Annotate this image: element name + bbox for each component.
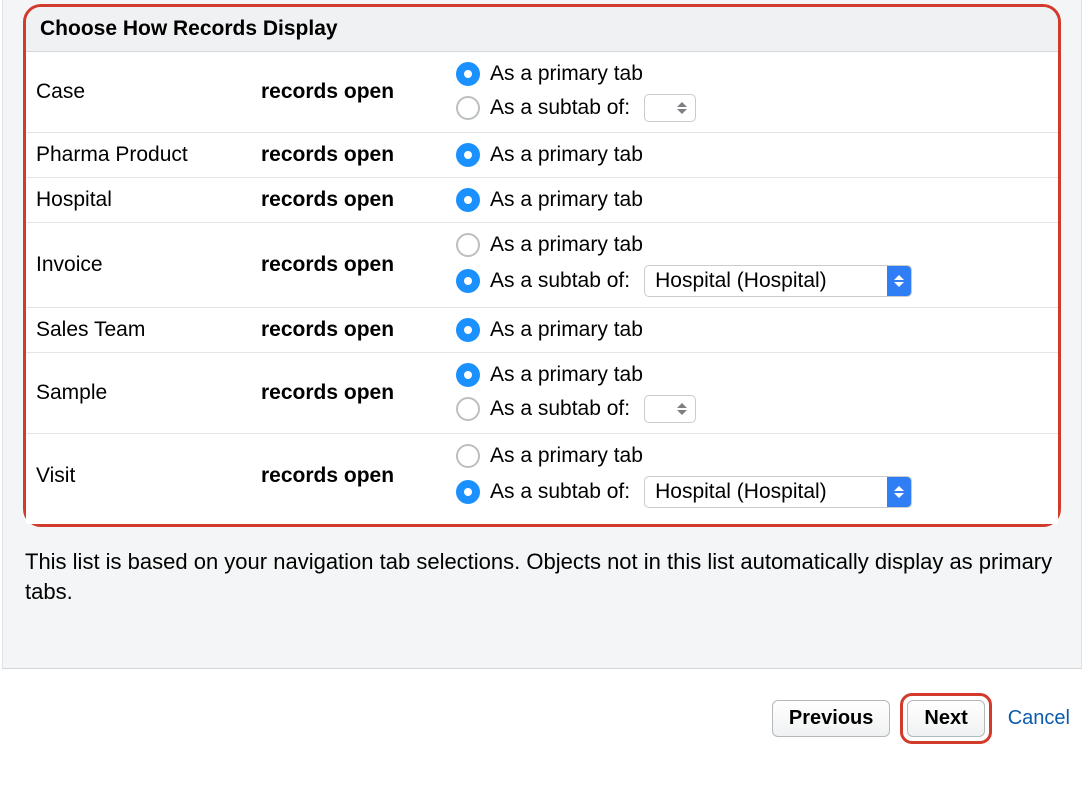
next-button[interactable]: Next — [907, 700, 984, 737]
option-primary-label: As a primary tab — [490, 444, 643, 468]
option-primary-label: As a primary tab — [490, 188, 643, 212]
option-primary-row: As a primary tab — [456, 58, 1048, 90]
radio-primary[interactable] — [456, 318, 480, 342]
option-primary-row: As a primary tab — [456, 229, 1048, 261]
object-name: Visit — [26, 434, 251, 525]
records-display-panel: Choose How Records Display Caserecords o… — [23, 4, 1061, 527]
option-subtab-row: As a subtab of: — [456, 391, 1048, 427]
next-button-highlight: Next — [900, 693, 991, 744]
option-primary-label: As a primary tab — [490, 318, 643, 342]
section-title: Choose How Records Display — [26, 7, 1058, 52]
description-text: This list is based on your navigation ta… — [3, 527, 1081, 650]
records-open-label: records open — [251, 178, 446, 223]
option-primary-label: As a primary tab — [490, 143, 643, 167]
option-subtab-row: As a subtab of: Hospital (Hospital) — [456, 261, 1048, 301]
option-primary-row: As a primary tab — [456, 184, 1048, 216]
subtab-select-value: Hospital (Hospital) — [645, 269, 887, 293]
radio-primary[interactable] — [456, 62, 480, 86]
subtab-select[interactable] — [644, 395, 696, 423]
options-cell: As a primary tab — [446, 133, 1058, 178]
radio-subtab[interactable] — [456, 397, 480, 421]
option-primary-label: As a primary tab — [490, 62, 643, 86]
option-primary-row: As a primary tab — [456, 359, 1048, 391]
records-open-label: records open — [251, 52, 446, 133]
radio-subtab[interactable] — [456, 480, 480, 504]
table-row: Hospitalrecords open As a primary tab — [26, 178, 1058, 223]
chevron-updown-icon — [677, 102, 691, 114]
options-cell: As a primary tab As a subtab of: — [446, 52, 1058, 133]
radio-primary[interactable] — [456, 143, 480, 167]
option-subtab-label: As a subtab of: — [490, 96, 630, 120]
records-open-label: records open — [251, 434, 446, 525]
object-name: Invoice — [26, 223, 251, 308]
subtab-select[interactable]: Hospital (Hospital) — [644, 265, 912, 297]
chevron-updown-icon — [677, 403, 691, 415]
radio-subtab[interactable] — [456, 96, 480, 120]
object-name: Sales Team — [26, 308, 251, 353]
cancel-link[interactable]: Cancel — [1008, 707, 1070, 730]
subtab-select[interactable] — [644, 94, 696, 122]
object-name: Pharma Product — [26, 133, 251, 178]
radio-subtab[interactable] — [456, 269, 480, 293]
table-row: Visitrecords open As a primary tab As a su… — [26, 434, 1058, 525]
table-row: Invoicerecords openAs a primary tabAs a … — [26, 223, 1058, 308]
object-name: Hospital — [26, 178, 251, 223]
option-primary-row: As a primary tab — [456, 440, 1048, 472]
object-name: Sample — [26, 353, 251, 434]
records-open-label: records open — [251, 223, 446, 308]
options-cell: As a primary tab As a subtab of: Hospital … — [446, 223, 1058, 308]
option-primary-label: As a primary tab — [490, 363, 643, 387]
option-primary-label: As a primary tab — [490, 233, 643, 257]
table-row: Samplerecords open As a primary tab As a s… — [26, 353, 1058, 434]
option-subtab-row: As a subtab of: — [456, 90, 1048, 126]
object-name: Case — [26, 52, 251, 133]
option-subtab-row: As a subtab of: Hospital (Hospital) — [456, 472, 1048, 512]
option-primary-row: As a primary tab — [456, 314, 1048, 346]
chevron-updown-icon — [887, 477, 911, 507]
records-open-label: records open — [251, 353, 446, 434]
records-open-label: records open — [251, 308, 446, 353]
radio-primary[interactable] — [456, 444, 480, 468]
subtab-select-value: Hospital (Hospital) — [645, 480, 887, 504]
records-table: Caserecords openAs a primary tabAs a sub… — [26, 52, 1058, 524]
wizard-footer: Previous Next Cancel — [0, 675, 1084, 744]
previous-button[interactable]: Previous — [772, 700, 890, 737]
radio-primary[interactable] — [456, 233, 480, 257]
chevron-updown-icon — [887, 266, 911, 296]
option-subtab-label: As a subtab of: — [490, 397, 630, 421]
radio-primary[interactable] — [456, 188, 480, 212]
subtab-select[interactable]: Hospital (Hospital) — [644, 476, 912, 508]
table-row: Caserecords open As a primary tab As a sub… — [26, 52, 1058, 133]
records-open-label: records open — [251, 133, 446, 178]
option-subtab-label: As a subtab of: — [490, 269, 630, 293]
option-primary-row: As a primary tab — [456, 139, 1048, 171]
table-row: Sales Teamrecords open As a primary tab — [26, 308, 1058, 353]
options-cell: As a primary tab — [446, 178, 1058, 223]
options-cell: As a primary tab — [446, 308, 1058, 353]
radio-primary[interactable] — [456, 363, 480, 387]
table-row: Pharma Productrecords open As a primary t… — [26, 133, 1058, 178]
options-cell: As a primary tab As a subtab of: — [446, 353, 1058, 434]
option-subtab-label: As a subtab of: — [490, 480, 630, 504]
options-cell: As a primary tab As a subtab of: Hospital … — [446, 434, 1058, 525]
